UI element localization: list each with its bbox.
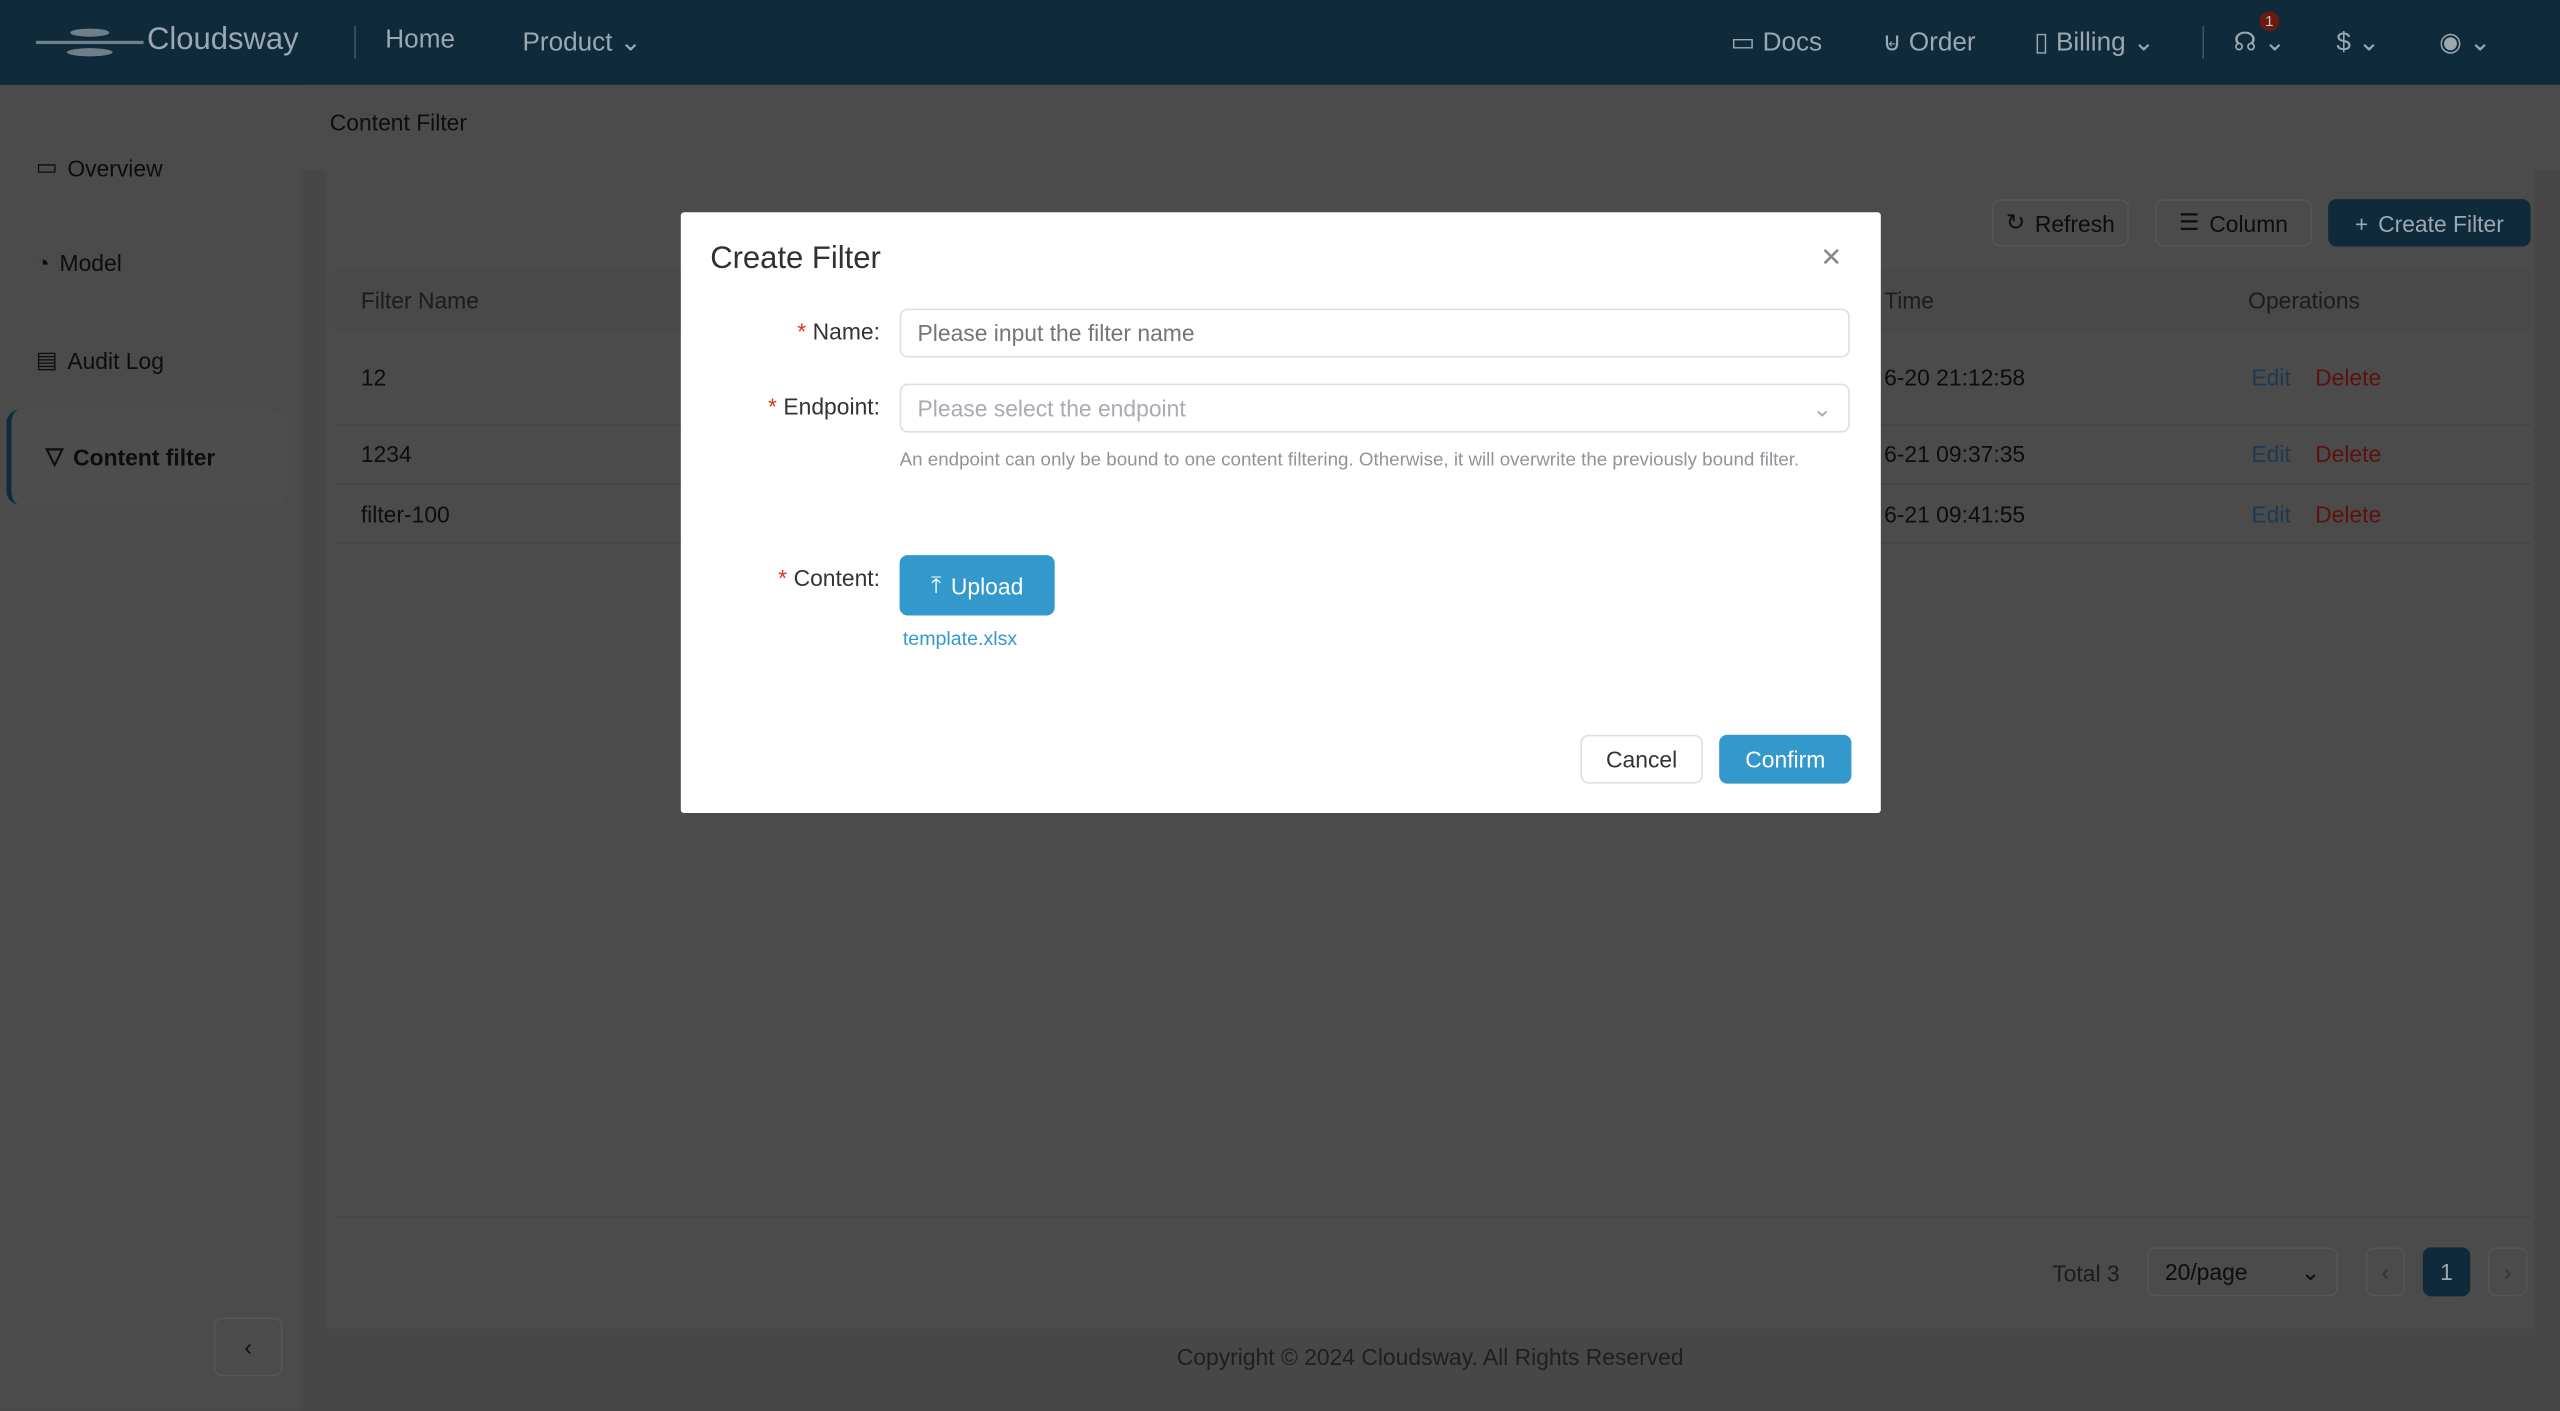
page-1-button[interactable]: 1 [2422,1247,2471,1297]
notification-badge: 1 [2259,11,2280,32]
page-size-value: 20/page [2164,1258,2248,1285]
prev-page-button[interactable]: ‹ [2365,1247,2405,1297]
nav-billing-label: Billing [2055,29,2126,58]
cell-name: 1234 [360,440,412,467]
create-filter-dialog: Create Filter ✕ *Name: *Endpoint: Please… [680,212,1881,814]
template-download-link[interactable]: template.xlsx [903,627,1017,650]
monitor-icon: ▭ [35,153,58,180]
sliders-icon: ☰ [2178,208,2200,236]
edit-link[interactable]: Edit [2251,501,2290,527]
sidebar-item-content-filter[interactable]: ▽ Content filter [46,442,216,470]
nav-docs[interactable]: ▭ Docs [1731,26,1822,59]
confirm-button[interactable]: Confirm [1719,734,1852,784]
cell-name: 12 [360,364,387,391]
filter-name-input[interactable] [899,308,1850,358]
user-icon: ◉ [2439,29,2462,58]
pagination-total: Total 3 [2052,1260,2120,1287]
footer-copyright: Copyright © 2024 Cloudsway. All Rights R… [1176,1343,1684,1370]
endpoint-placeholder: Please select the endpoint [917,395,1186,422]
cell-time: 6-21 09:41:55 [1884,501,2026,528]
cart-icon: ⊌ [1882,29,1902,58]
content-label: * Content: [778,564,880,592]
folder-icon: ▭ [1730,29,1756,58]
cancel-button[interactable]: Cancel [1580,734,1703,784]
edit-link[interactable]: Edit [2251,441,2290,467]
name-label-text: Name: [812,318,880,345]
cell-name: filter-100 [360,501,450,528]
chevron-down-icon: ⌄ [1812,394,1832,421]
sidebar-item-overview[interactable]: ▭ Overview [36,153,163,181]
log-icon: ▤ [35,346,58,373]
nav-docs-label: Docs [1762,29,1823,58]
cloudsway-logo-icon [35,28,144,57]
dialog-title: Create Filter [710,241,881,276]
nav-product-label: Product [522,29,613,58]
close-icon[interactable]: ✕ [1820,242,1842,275]
delete-link[interactable]: Delete [2315,501,2381,527]
endpoint-hint: An endpoint can only be bound to one con… [899,450,1800,471]
sidebar-item-label: Model [59,249,122,276]
sidebar: ▭ Overview ◔ Model ▤ Audit Log ▽ Content fil… [0,84,301,1411]
column-button[interactable]: ☰ Column [2155,199,2312,247]
chevron-right-icon: › [2503,1258,2512,1285]
collapse-sidebar-button[interactable]: ‹ [213,1317,283,1377]
next-page-button[interactable]: › [2488,1247,2528,1297]
edit-link[interactable]: Edit [2251,364,2290,390]
sidebar-item-model[interactable]: ◔ Model [36,250,122,276]
user-menu[interactable]: ◉ ⌄ [2439,26,2491,59]
create-filter-button[interactable]: + Create Filter [2328,199,2531,247]
upload-button[interactable]: ⤒ Upload [899,555,1055,616]
currency-menu[interactable]: $ ⌄ [2336,26,2380,59]
headset-icon: ☊ [2233,29,2257,58]
create-filter-label: Create Filter [2378,209,2504,236]
breadcrumb: Content Filter [329,109,468,136]
page-size-select[interactable]: 20/page ⌄ [2146,1247,2338,1297]
refresh-button[interactable]: ↻ Refresh [1991,199,2129,247]
column-header-time: Time [1884,287,1935,314]
divider [2202,26,2205,59]
currency-icon: $ [2336,29,2351,58]
cell-time: 6-21 09:37:35 [1884,440,2026,467]
breadcrumb-bar: Content Filter [300,84,2560,170]
sidebar-item-label: Audit Log [67,346,164,374]
cell-time: 6-20 21:12:58 [1884,364,2026,391]
top-header: Cloudsway Home Product ⌄ ▭ Docs ⊌ Order … [0,0,2560,85]
endpoint-label-text: Endpoint: [783,393,880,420]
nav-order-label: Order [1908,29,1976,58]
nav-billing[interactable]: ▯ Billing ⌄ [2034,26,2155,59]
filter-icon: ▽ [45,442,64,469]
delete-link[interactable]: Delete [2315,364,2381,390]
content-label-text: Content: [793,564,880,592]
refresh-icon: ↻ [2005,208,2026,236]
brand-name: Cloudsway [146,22,299,58]
chevron-down-icon: ⌄ [2300,1257,2320,1285]
chevron-left-icon: ‹ [2381,1258,2390,1285]
chevron-left-icon: ‹ [244,1333,252,1360]
nav-order[interactable]: ⊌ Order [1882,26,1975,59]
sidebar-item-label: Overview [67,154,163,181]
upload-label: Upload [950,572,1024,599]
nav-product[interactable]: Product ⌄ [522,26,641,59]
bill-icon: ▯ [2034,29,2049,58]
endpoint-select[interactable]: Please select the endpoint ⌄ [899,383,1850,433]
support-menu[interactable]: ☊ ⌄ [2233,26,2285,59]
refresh-label: Refresh [2034,209,2115,236]
name-label: * Name: [797,318,880,345]
sidebar-item-audit-log[interactable]: ▤ Audit Log [36,346,164,374]
delete-link[interactable]: Delete [2315,441,2381,467]
column-header-operations: Operations [2248,287,2360,314]
model-icon: ◔ [35,249,50,276]
column-header-filter-name: Filter Name [360,287,479,314]
divider [334,1216,2531,1218]
sidebar-item-label: Content filter [73,443,216,470]
divider [354,26,356,59]
plus-icon: + [2354,209,2369,236]
upload-icon: ⤒ [930,571,942,598]
chevron-down-icon: ⌄ [619,29,642,58]
nav-home[interactable]: Home [385,26,455,55]
column-label: Column [2209,209,2289,236]
endpoint-label: * Endpoint: [767,393,880,420]
